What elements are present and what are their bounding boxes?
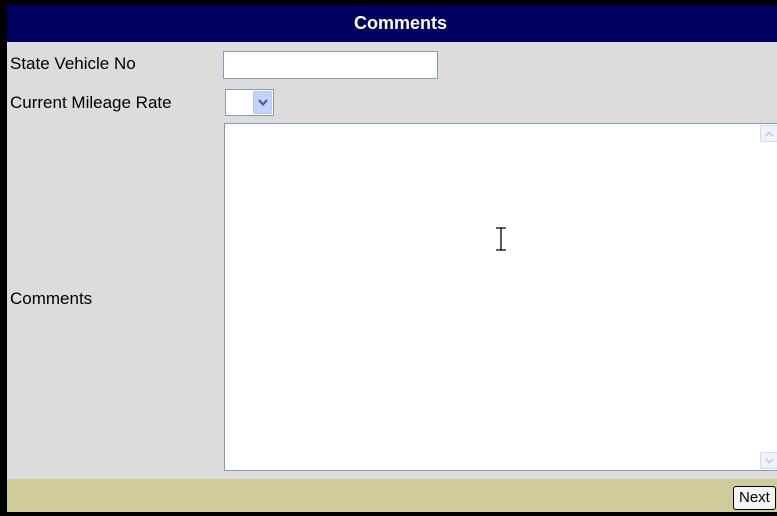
scroll-up-arrow-icon [765,131,774,137]
current-mileage-rate-label: Current Mileage Rate [10,93,172,112]
select-dropdown-button[interactable] [253,91,272,114]
state-vehicle-no-label: State Vehicle No [10,54,136,73]
current-mileage-rate-select[interactable] [225,89,274,116]
scroll-up-button[interactable] [760,125,777,142]
mileage-rate-row: Current Mileage Rate [7,85,777,119]
comments-scrollbar[interactable] [760,124,777,470]
scroll-down-arrow-icon [765,458,774,464]
comments-form: Comments State Vehicle No Current Mileag… [0,0,777,516]
chevron-down-icon [258,99,268,107]
scroll-down-button[interactable] [760,452,777,469]
next-button[interactable]: Next [733,486,776,510]
text-cursor-icon [495,227,507,256]
state-vehicle-no-input[interactable] [223,51,438,79]
form-title: Comments [7,5,777,42]
comments-label: Comments [10,289,93,308]
comments-textarea[interactable] [224,123,777,471]
form-footer: Next [7,479,777,512]
